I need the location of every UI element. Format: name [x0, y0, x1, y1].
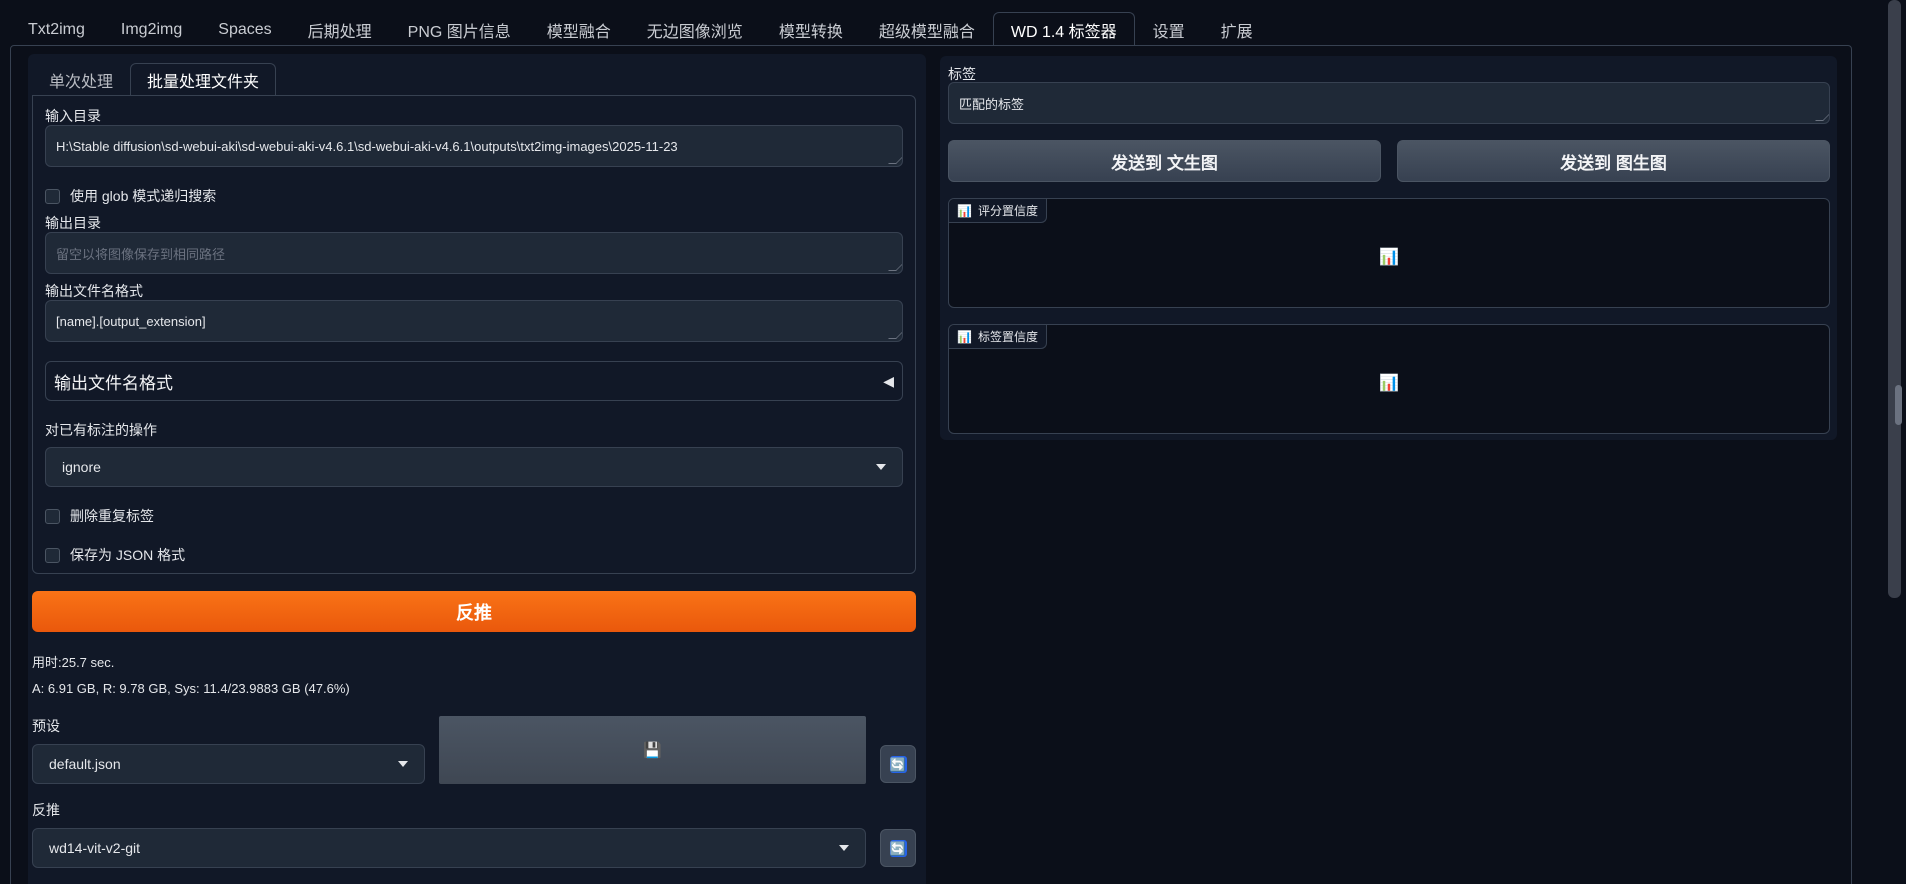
- resize-grip-icon[interactable]: [888, 156, 902, 164]
- filename-format-accordion[interactable]: 输出文件名格式 ◀: [45, 361, 903, 401]
- send-to-txt2img-button[interactable]: 发送到 文生图: [948, 140, 1381, 182]
- existing-action-value: ignore: [62, 459, 101, 475]
- interrogate-button[interactable]: 反推: [32, 591, 916, 632]
- glob-label: 使用 glob 模式递归搜索: [70, 188, 217, 204]
- tab-txt2img[interactable]: Txt2img: [10, 12, 103, 46]
- rating-confidence-label: 评分置信度: [977, 204, 1038, 218]
- preset-value: default.json: [49, 756, 121, 772]
- tab-super-merger[interactable]: 超级模型融合: [861, 12, 993, 46]
- accordion-title: 输出文件名格式: [54, 373, 173, 393]
- refresh-icon: 🔄: [889, 839, 907, 857]
- input-dir-field[interactable]: H:\Stable diffusion\sd-webui-aki\sd-webu…: [45, 125, 903, 167]
- tag-confidence-label: 标签置信度: [977, 330, 1038, 344]
- remove-duplicates-option[interactable]: 删除重复标签: [45, 506, 154, 526]
- tab-img2img[interactable]: Img2img: [103, 12, 200, 46]
- input-dir-value: H:\Stable diffusion\sd-webui-aki\sd-webu…: [56, 138, 678, 154]
- tag-confidence-header: 📊 标签置信度: [949, 325, 1047, 349]
- output-dir-placeholder: 留空以将图像保存到相同路径: [56, 246, 226, 262]
- tab-wd14-tagger[interactable]: WD 1.4 标签器: [992, 12, 1135, 46]
- input-dir-label: 输入目录: [45, 108, 101, 124]
- tags-output-field[interactable]: 匹配的标签: [948, 82, 1830, 124]
- remove-duplicates-label: 删除重复标签: [70, 508, 154, 524]
- filename-format-label: 输出文件名格式: [45, 283, 143, 299]
- sub-tab-bar: 单次处理 批量处理文件夹: [32, 63, 277, 95]
- refresh-preset-button[interactable]: 🔄: [880, 745, 916, 783]
- filename-format-value: [name].[output_extension]: [56, 313, 206, 329]
- preset-label: 预设: [32, 718, 60, 734]
- save-preset-button[interactable]: 💾: [439, 716, 866, 784]
- output-dir-label: 输出目录: [45, 215, 101, 231]
- glob-option[interactable]: 使用 glob 模式递归搜索: [45, 186, 216, 206]
- tab-model-convert[interactable]: 模型转换: [761, 12, 861, 46]
- empty-chart-icon: 📊: [1379, 249, 1399, 267]
- resize-grip-icon[interactable]: [888, 331, 902, 339]
- remove-duplicates-checkbox[interactable]: [45, 508, 60, 524]
- chevron-down-icon: [398, 761, 408, 767]
- interrogator-label: 反推: [32, 802, 60, 818]
- save-json-label: 保存为 JSON 格式: [70, 547, 186, 563]
- time-info: 用时:25.7 sec.: [32, 655, 115, 670]
- top-tab-bar: Txt2img Img2img Spaces 后期处理 PNG 图片信息 模型融…: [10, 12, 1271, 46]
- tags-output-value: 匹配的标签: [959, 96, 1025, 112]
- tab-single-process[interactable]: 单次处理: [32, 63, 130, 95]
- tags-label: 标签: [948, 66, 976, 82]
- chart-icon: 📊: [957, 203, 972, 218]
- page-scrollbar-thumb[interactable]: [1888, 0, 1901, 598]
- resize-grip-icon[interactable]: [1815, 113, 1829, 121]
- interrogator-value: wd14-vit-v2-git: [49, 840, 141, 856]
- chart-icon: 📊: [957, 329, 972, 344]
- send-to-img2img-button[interactable]: 发送到 图生图: [1397, 140, 1830, 182]
- refresh-interrogator-button[interactable]: 🔄: [880, 829, 916, 867]
- tab-image-browser[interactable]: 无边图像浏览: [629, 12, 761, 46]
- tab-settings[interactable]: 设置: [1135, 12, 1203, 46]
- filename-format-field[interactable]: [name].[output_extension]: [45, 300, 903, 342]
- save-icon: 💾: [643, 742, 662, 759]
- rating-confidence-header: 📊 评分置信度: [949, 199, 1047, 223]
- existing-action-label: 对已有标注的操作: [45, 422, 157, 438]
- tab-model-merge[interactable]: 模型融合: [529, 12, 629, 46]
- memory-info: A: 6.91 GB, R: 9.78 GB, Sys: 11.4/23.988…: [32, 681, 350, 696]
- interrogator-dropdown[interactable]: wd14-vit-v2-git: [32, 828, 866, 868]
- tab-extras[interactable]: 后期处理: [290, 12, 390, 46]
- chevron-down-icon: [839, 845, 849, 851]
- tab-extensions[interactable]: 扩展: [1203, 12, 1271, 46]
- save-json-option[interactable]: 保存为 JSON 格式: [45, 545, 185, 565]
- scrollbar-handle[interactable]: [1895, 385, 1902, 425]
- tab-spaces[interactable]: Spaces: [200, 12, 289, 46]
- tab-batch-folder[interactable]: 批量处理文件夹: [130, 63, 277, 95]
- save-json-checkbox[interactable]: [45, 547, 60, 563]
- glob-checkbox[interactable]: [45, 188, 60, 204]
- tab-png-info[interactable]: PNG 图片信息: [390, 12, 529, 46]
- chevron-down-icon: [876, 464, 886, 470]
- existing-action-dropdown[interactable]: ignore: [45, 447, 903, 487]
- collapse-triangle-icon: ◀: [883, 372, 894, 389]
- preset-dropdown[interactable]: default.json: [32, 744, 425, 784]
- rating-confidence-panel: 📊 评分置信度 📊: [948, 198, 1830, 308]
- tag-confidence-panel: 📊 标签置信度 📊: [948, 324, 1830, 434]
- empty-chart-icon: 📊: [1379, 375, 1399, 393]
- resize-grip-icon[interactable]: [888, 263, 902, 271]
- refresh-icon: 🔄: [889, 755, 907, 773]
- output-dir-field[interactable]: 留空以将图像保存到相同路径: [45, 232, 903, 274]
